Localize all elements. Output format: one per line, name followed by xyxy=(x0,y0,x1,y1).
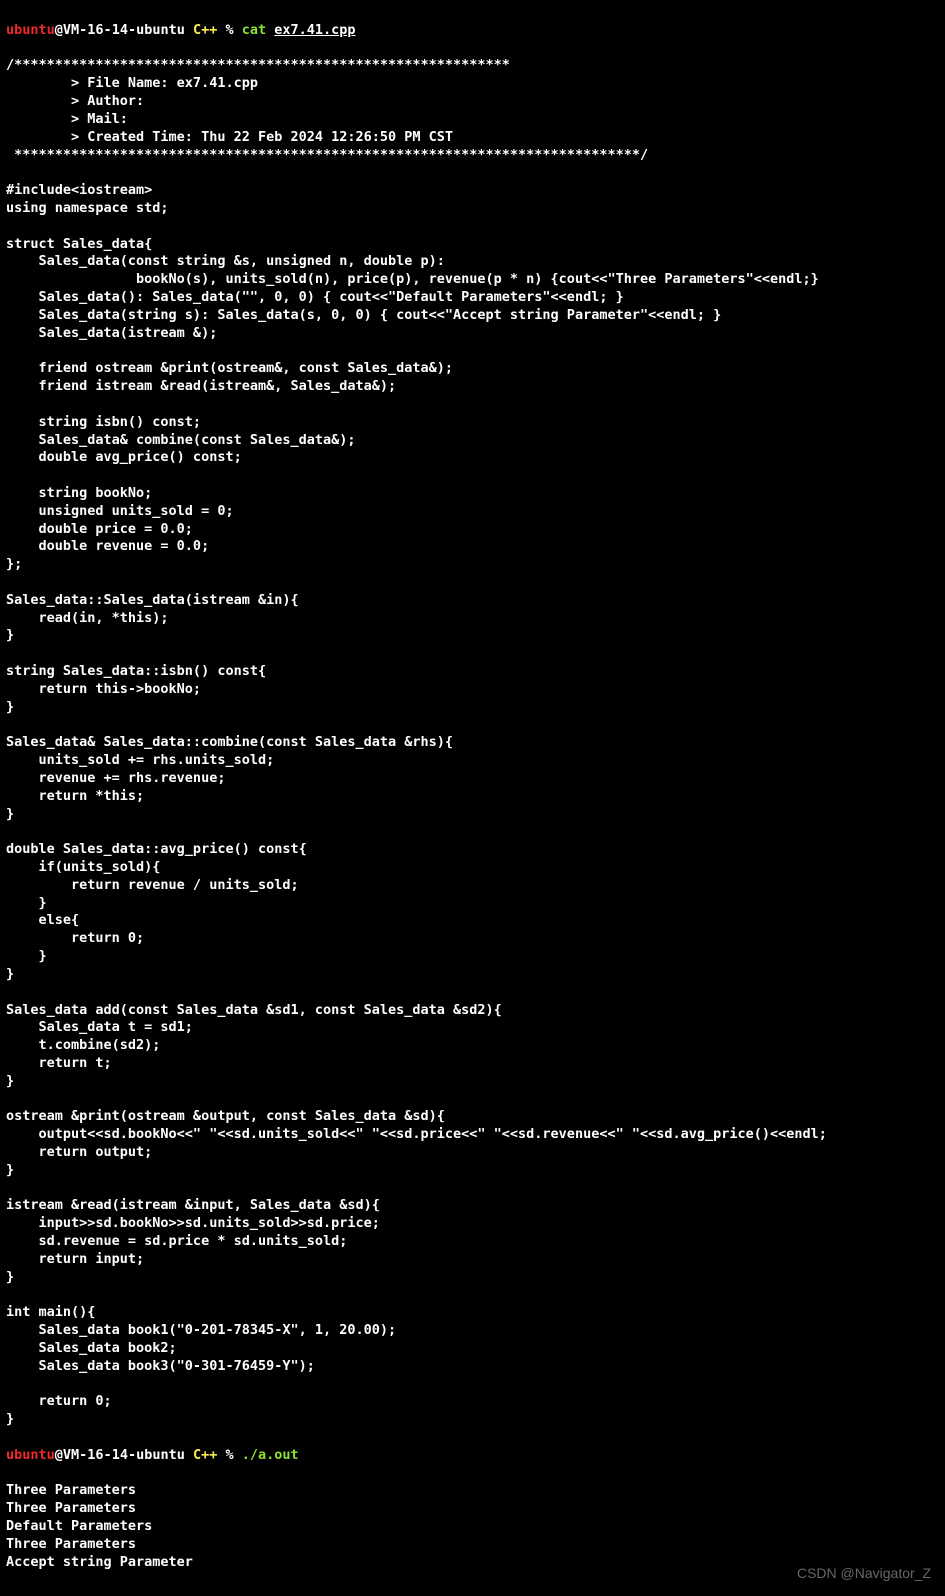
prompt-user: ubuntu xyxy=(6,22,55,38)
cmd-run: ./a.out xyxy=(242,1447,299,1463)
prompt-line-1: ubuntu@VM-16-14-ubuntu C++ % cat ex7.41.… xyxy=(6,22,939,40)
cmd-cat-arg: ex7.41.cpp xyxy=(274,22,355,38)
prompt-sep: % xyxy=(225,22,241,38)
prompt-lang: C++ xyxy=(185,1447,226,1463)
cmd-cat: cat xyxy=(242,22,275,38)
program-output: Three Parameters Three Parameters Defaul… xyxy=(6,1482,939,1571)
prompt-sep: % xyxy=(225,1447,241,1463)
prompt-line-2: ubuntu@VM-16-14-ubuntu C++ % ./a.out xyxy=(6,1447,939,1465)
prompt-lang: C++ xyxy=(185,22,226,38)
source-code-output: /***************************************… xyxy=(6,57,939,1429)
prompt-at: @ xyxy=(55,22,63,38)
prompt-host: VM-16-14-ubuntu xyxy=(63,22,185,38)
terminal[interactable]: ubuntu@VM-16-14-ubuntu C++ % cat ex7.41.… xyxy=(0,0,945,1593)
prompt-at: @ xyxy=(55,1447,63,1463)
prompt-user: ubuntu xyxy=(6,1447,55,1463)
prompt-host: VM-16-14-ubuntu xyxy=(63,1447,185,1463)
